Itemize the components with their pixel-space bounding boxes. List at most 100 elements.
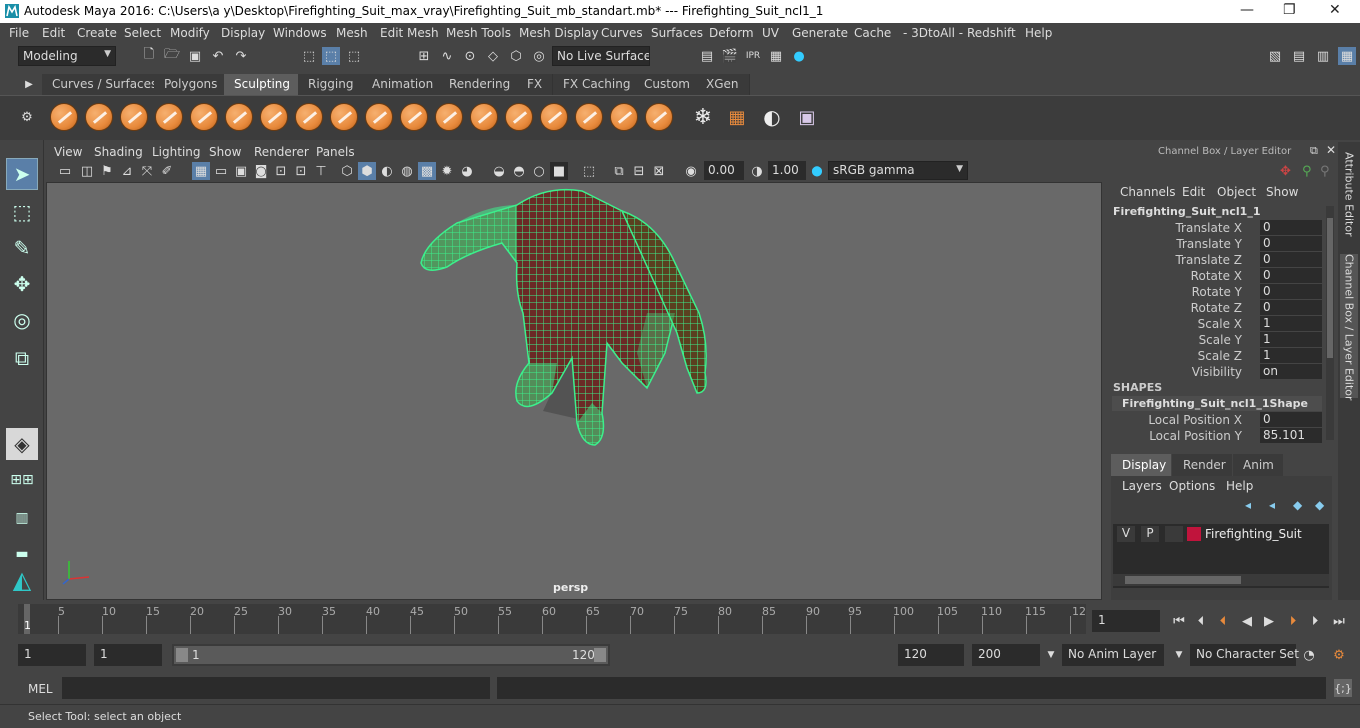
command-language-label[interactable]: MEL — [28, 682, 53, 696]
repeat-tool-icon[interactable] — [330, 103, 358, 131]
shape-name-row[interactable]: Firefighting_Suit_ncl1_1Shape — [1112, 396, 1322, 411]
wireframe-icon[interactable]: ⬡ — [338, 162, 356, 180]
fill-tool-icon[interactable] — [470, 103, 498, 131]
channel-value[interactable]: 0 — [1260, 284, 1322, 299]
gamma-icon[interactable]: ◑ — [748, 162, 766, 180]
exposure-icon[interactable]: ◉ — [682, 162, 700, 180]
open-scene-icon[interactable]: 🗁 — [163, 47, 181, 65]
viewport-menu-lighting[interactable]: Lighting — [152, 145, 201, 159]
undo-icon[interactable]: ↶ — [209, 47, 227, 65]
render-frame-icon[interactable]: 🎬 — [721, 47, 739, 65]
play-forwards-icon[interactable]: ▶ — [1260, 612, 1278, 630]
redo-icon[interactable]: ↷ — [232, 47, 250, 65]
spray-tool-icon[interactable] — [295, 103, 323, 131]
viewport-menu-panels[interactable]: Panels — [316, 145, 355, 159]
snap-view-icon[interactable]: ◇ — [484, 47, 502, 65]
sculpt-layer-icon[interactable]: ◐ — [763, 105, 781, 129]
channel-translate-y[interactable]: Translate Y 0 — [1106, 236, 1326, 252]
speed-icon[interactable]: ⚲ — [1302, 164, 1312, 179]
menu-modify[interactable]: Modify — [170, 26, 210, 40]
shelf-tab-sculpting[interactable]: Sculpting — [224, 74, 302, 95]
channel-rotate-z[interactable]: Rotate Z 0 — [1106, 300, 1326, 316]
bookmark-icon[interactable]: ⚑ — [98, 162, 116, 180]
mask-tool-icon[interactable]: ▦ — [728, 107, 746, 128]
new-empty-layer-icon[interactable]: ◆ — [1293, 498, 1302, 512]
layer-name[interactable]: Firefighting_Suit — [1205, 527, 1302, 541]
wireframe-on-shaded-icon[interactable]: ◐ — [378, 162, 396, 180]
anti-aliasing-icon[interactable]: ○ — [530, 162, 548, 180]
smooth-tool-icon[interactable] — [85, 103, 113, 131]
pinch-tool-icon[interactable] — [190, 103, 218, 131]
texture-deformer-icon[interactable]: ▣ — [798, 107, 816, 128]
two-d-pan-zoom-icon[interactable]: ⤧ — [138, 162, 156, 180]
shelf-tab-rendering[interactable]: Rendering — [439, 74, 522, 95]
layer-color-swatch[interactable] — [1187, 527, 1201, 541]
auto-keyframe-icon[interactable]: ◔ — [1300, 646, 1318, 664]
image-plane-icon[interactable]: ⊿ — [118, 162, 136, 180]
step-back-key-icon[interactable]: ⏴ — [1214, 612, 1232, 630]
menu-file[interactable]: File — [9, 26, 29, 40]
close-panel-icon[interactable]: ✕ — [1326, 143, 1336, 157]
perspective-viewport[interactable]: persp — [46, 182, 1102, 600]
shelf-tab-custom[interactable]: Custom — [634, 74, 701, 95]
snap-surface-icon[interactable]: ⬡ — [507, 47, 525, 65]
foamy-tool-icon[interactable] — [260, 103, 288, 131]
xray-icon[interactable]: ▩ — [418, 162, 436, 180]
convert-to-frozen-icon[interactable]: ❄ — [694, 105, 712, 130]
channel-menu-edit[interactable]: Edit — [1182, 185, 1205, 199]
ipr-render-icon[interactable]: IPR — [744, 47, 762, 65]
go-to-end-icon[interactable]: ⏭ — [1330, 612, 1348, 630]
xray-joints-icon[interactable]: ⧉ — [610, 162, 628, 180]
menu-3dtoall[interactable]: - 3DtoAll - — [903, 26, 963, 40]
character-set-field[interactable]: No Character Set — [1190, 644, 1299, 666]
screen-space-ao-icon[interactable]: ◒ — [490, 162, 508, 180]
snap-curve-icon[interactable]: ∿ — [438, 47, 456, 65]
step-forward-frame-icon[interactable]: ⏵ — [1306, 612, 1324, 630]
shelf-options-icon[interactable]: ▶ — [20, 75, 38, 93]
viewport-menu-renderer[interactable]: Renderer — [254, 145, 309, 159]
camera-icon[interactable]: ▭ — [56, 162, 74, 180]
menu-generate[interactable]: Generate — [792, 26, 848, 40]
current-frame-field[interactable]: 1 — [1092, 610, 1160, 632]
character-set-dropdown-icon[interactable]: ▼ — [1170, 646, 1188, 664]
channel-scale-z[interactable]: Scale Z 1 — [1106, 348, 1326, 364]
snap-point-icon[interactable]: ⊙ — [461, 47, 479, 65]
scrollbar-thumb[interactable] — [1327, 218, 1333, 358]
menu-windows[interactable]: Windows — [273, 26, 327, 40]
layer-display-type-toggle[interactable] — [1165, 526, 1183, 542]
layer-tab-render[interactable]: Render — [1172, 454, 1232, 476]
sculpt-tool-icon[interactable] — [50, 103, 78, 131]
hyper-icon[interactable]: ⚲ — [1320, 164, 1330, 179]
command-input[interactable] — [62, 677, 490, 699]
shelf-tab-fx-caching[interactable]: FX Caching — [553, 74, 642, 95]
xray-active-icon[interactable]: ⊟ — [630, 162, 648, 180]
shadows-icon[interactable]: ◕ — [458, 162, 476, 180]
layer-playback-toggle[interactable]: P — [1141, 526, 1159, 542]
channel-value[interactable]: 85.101 — [1260, 428, 1322, 443]
new-layer-selected-icon[interactable]: ◆ — [1315, 498, 1324, 512]
time-slider[interactable]: 5 10 15 20 25 30 35 40 45 50 55 60 65 70… — [18, 604, 1086, 634]
move-tool-icon[interactable]: ✥ — [6, 268, 38, 300]
bulge-tool-icon[interactable] — [575, 103, 603, 131]
channel-menu-object[interactable]: Object — [1217, 185, 1256, 199]
live-surface-field[interactable]: No Live Surface — [552, 46, 650, 66]
freeze-tool-icon[interactable] — [645, 103, 673, 131]
exposure-field[interactable]: 0.00 — [704, 161, 744, 180]
layer-tab-display[interactable]: Display — [1111, 454, 1171, 476]
animation-start-field[interactable]: 1 — [18, 644, 86, 666]
smear-tool-icon[interactable] — [540, 103, 568, 131]
layer-menu-help[interactable]: Help — [1226, 479, 1253, 493]
knife-tool-icon[interactable] — [505, 103, 533, 131]
maximize-button[interactable]: ❐ — [1283, 2, 1296, 18]
camera-attributes-icon[interactable]: ◫ — [78, 162, 96, 180]
channel-value[interactable]: 0 — [1260, 268, 1322, 283]
viewport-menu-show[interactable]: Show — [209, 145, 241, 159]
channel-value[interactable]: 0 — [1260, 236, 1322, 251]
shelf-tab-polygons[interactable]: Polygons — [154, 74, 229, 95]
wax-tool-icon[interactable] — [400, 103, 428, 131]
close-button[interactable]: ✕ — [1329, 2, 1341, 18]
menu-mesh-tools[interactable]: Mesh Tools — [446, 26, 511, 40]
range-slider-bar[interactable] — [174, 646, 608, 664]
select-object-icon[interactable]: ⬚ — [322, 47, 340, 65]
anim-layer-field[interactable]: No Anim Layer — [1062, 644, 1164, 666]
